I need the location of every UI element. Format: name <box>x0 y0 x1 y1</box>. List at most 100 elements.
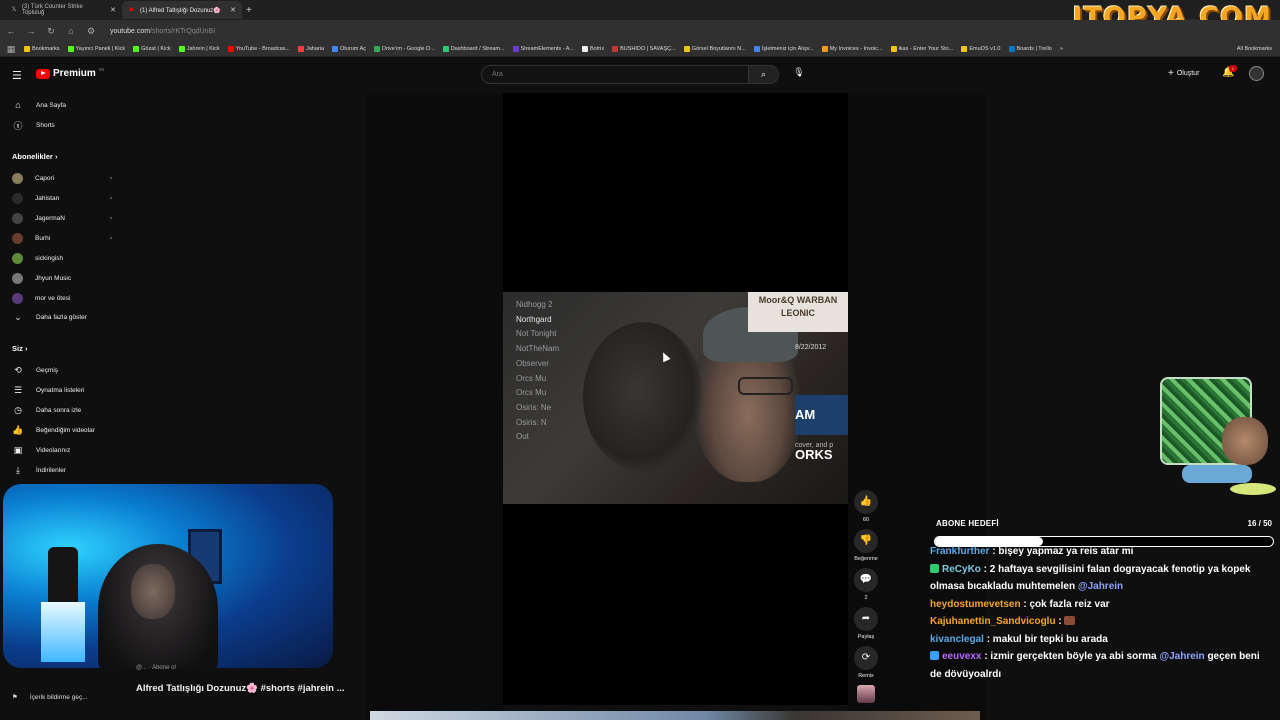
chat-message: kivanclegal : makul bir tepki bu arada <box>930 631 1260 649</box>
video-list-item: Orcs Mu <box>516 388 547 398</box>
mascot-plate <box>1230 483 1276 495</box>
dislike-button[interactable]: 👎 Beğenme <box>851 529 881 562</box>
subscriber-goal-count: 16 / 50 <box>1247 519 1272 528</box>
bookmark-item[interactable]: EmuOS v1.0 <box>961 46 1001 52</box>
bookmark-item[interactable]: Jaharia <box>297 46 324 52</box>
microphone-icon[interactable]: 🎙 <box>792 67 806 81</box>
sidebar-item-label: Oynatma listeleri <box>36 386 85 394</box>
shorts-player[interactable]: Nidhogg 2 Northgard Not Tonight NotTheNam Ob… <box>503 93 848 705</box>
bookmark-item[interactable]: My Invoices - Invoic... <box>821 46 883 52</box>
browser-tab-counter-strike[interactable]: 𝕏 (3) Türk Counter Strike Topluluğ ✕ <box>4 1 122 19</box>
sidebar-item-subscription[interactable]: Burhi <box>12 230 112 246</box>
apps-icon[interactable]: ▦ <box>6 44 16 55</box>
bookmark-item[interactable]: İşletmeniz için Alışv... <box>753 46 814 52</box>
bookmark-item[interactable]: ikas - Enter Your Sto... <box>890 46 953 52</box>
chat-username: Kajuhanettin_Sandvicoglu <box>930 616 1056 627</box>
clock-icon: ◷ <box>14 404 22 415</box>
sidebar-item-you[interactable]: 👍 Beğendiğim videolar <box>12 422 112 438</box>
webcam-streamer-face <box>131 564 175 619</box>
sidebar-item-label: Burhi <box>35 234 51 242</box>
sidebar-item-you[interactable]: ⟲ Geçmiş <box>12 362 112 378</box>
chat-badge-icon <box>930 651 939 660</box>
home-icon: ⌂ <box>15 100 21 110</box>
bookmark-icon <box>753 46 760 52</box>
bookmark-item[interactable]: Bookmarks <box>24 46 60 52</box>
bookmark-icon <box>133 46 140 52</box>
sidebar-item-subscription[interactable]: Capori <box>12 170 112 186</box>
sidebar-item-subscription[interactable]: mor ve ötesi <box>12 290 112 306</box>
video-banner: Moor&Q WARBAN LEONIC <box>748 292 848 332</box>
share-button[interactable]: ➦ Paylaş <box>851 607 881 640</box>
sidebar-item-you[interactable]: ☰ Oynatma listeleri <box>12 382 112 398</box>
bookmark-item[interactable]: Boards | Trello <box>1008 46 1052 52</box>
bookmark-label: My Invoices - Invoic... <box>829 46 883 52</box>
sidebar-item-you[interactable]: ⤓ İndirilenler <box>12 462 112 478</box>
sound-thumbnail[interactable] <box>857 685 875 703</box>
video-title[interactable]: Alfred Tatlışlığı Dozunuz🌸 #shorts #jahr… <box>136 683 345 694</box>
webcam-lamp-glow <box>41 602 85 662</box>
subscriptions-title: Abonelikler <box>12 152 53 161</box>
all-bookmarks-button[interactable]: All Bookmarks <box>1237 46 1280 52</box>
sidebar-item-subscription[interactable]: JagermaN <box>12 210 112 226</box>
bookmark-item[interactable]: StreamElements - A... <box>512 46 575 52</box>
sidebar-item-feedback[interactable]: ⚑ İçerik bildirme geç... <box>12 693 88 702</box>
close-icon[interactable]: ✕ <box>230 6 236 14</box>
back-icon[interactable]: ← <box>6 26 16 36</box>
you-heading[interactable]: Siz › <box>12 344 27 353</box>
home-icon[interactable]: ⌂ <box>66 26 76 36</box>
search-button[interactable]: ⌕ <box>749 65 779 84</box>
sidebar-item-shorts[interactable]: ⓢ Shorts <box>12 117 112 133</box>
site-info-icon[interactable]: ⚙ <box>86 26 96 37</box>
bookmark-item[interactable]: Botrix <box>582 46 604 52</box>
browser-tab-youtube[interactable]: ▶ (1) Alfred Tatlışlığı Dozunuz🌸 ✕ <box>122 1 242 19</box>
video-channel[interactable]: @... · Abone ol <box>136 665 176 671</box>
comments-button[interactable]: 💬 2 <box>851 568 881 601</box>
sidebar-item-subscription[interactable]: Jhyun Music <box>12 270 112 286</box>
bookmark-item[interactable]: Gözat | Kick <box>133 46 171 52</box>
bookmark-icon <box>683 46 690 52</box>
chat-message: heydostumevetsen : çok fazla reiz var <box>930 596 1260 614</box>
subscriptions-heading[interactable]: Abonelikler › <box>12 152 57 161</box>
next-video-preview[interactable] <box>370 711 980 720</box>
bookmarks-bar: ▦ Bookmarks Yayıncı Paneli | Kick Gözat | … <box>0 42 1280 57</box>
bookmark-item[interactable]: Dashboard / Stream... <box>442 46 505 52</box>
sidebar-item-you[interactable]: ▣ Videolarınız <box>12 442 112 458</box>
youtube-play-icon <box>36 68 50 79</box>
like-button[interactable]: 👍 60 <box>851 490 881 523</box>
new-tab-button[interactable]: + <box>246 5 252 16</box>
create-button[interactable]: + Oluştur <box>1168 68 1199 79</box>
bookmark-item[interactable]: BUSHIDO | SAVAŞÇ... <box>612 46 676 52</box>
bookmark-item[interactable]: Görsel Boyutlarını N... <box>683 46 746 52</box>
bookmark-item[interactable]: Drive'ım - Google D... <box>374 46 435 52</box>
remix-button[interactable]: ⟳ Remix <box>851 646 881 679</box>
bookmark-label: StreamElements - A... <box>520 46 575 52</box>
avatar[interactable] <box>1249 66 1264 81</box>
forward-icon[interactable]: → <box>26 26 36 36</box>
thumbs-down-icon: 👎 <box>854 529 878 553</box>
youtube-logo[interactable]: Premium TR <box>36 67 104 79</box>
bookmarks-overflow-icon[interactable]: » <box>1060 46 1063 52</box>
sidebar-item-you[interactable]: ◷ Daha sonra izle <box>12 402 112 418</box>
mascot-head <box>1222 417 1268 465</box>
sidebar-item-label: mor ve ötesi <box>35 294 71 302</box>
menu-icon[interactable]: ☰ <box>12 69 22 82</box>
sidebar-item-subscription[interactable]: Jahistan <box>12 190 112 206</box>
bookmark-label: YouTube - Broadcas... <box>235 46 290 52</box>
channel-avatar <box>12 232 23 244</box>
sidebar-item-home[interactable]: ⌂ Ana Sayfa <box>12 97 112 113</box>
bookmark-item[interactable]: Jahrein | Kick <box>178 46 220 52</box>
bookmark-item[interactable]: Oturum Aç <box>332 46 366 52</box>
search-input[interactable]: Ara <box>481 65 749 84</box>
show-more-button[interactable]: ⌄ Daha fazla göster <box>12 309 112 325</box>
reload-icon[interactable]: ↻ <box>46 26 56 37</box>
close-icon[interactable]: ✕ <box>110 6 116 14</box>
sidebar-item-subscription[interactable]: sickingish <box>12 250 112 266</box>
bookmark-item[interactable]: Yayıncı Paneli | Kick <box>67 46 125 52</box>
video-dog <box>583 322 703 472</box>
bookmark-icon <box>1008 46 1015 52</box>
url-field[interactable]: youtube.com/shorts/rKTrQqdUnBI <box>110 28 215 35</box>
playlist-icon: ☰ <box>13 384 23 395</box>
bookmark-item[interactable]: YouTube - Broadcas... <box>227 46 290 52</box>
video-frame[interactable]: Nidhogg 2 Northgard Not Tonight NotTheNam Ob… <box>503 292 848 504</box>
chat-text: : makul bir tepki bu arada <box>983 633 1108 645</box>
